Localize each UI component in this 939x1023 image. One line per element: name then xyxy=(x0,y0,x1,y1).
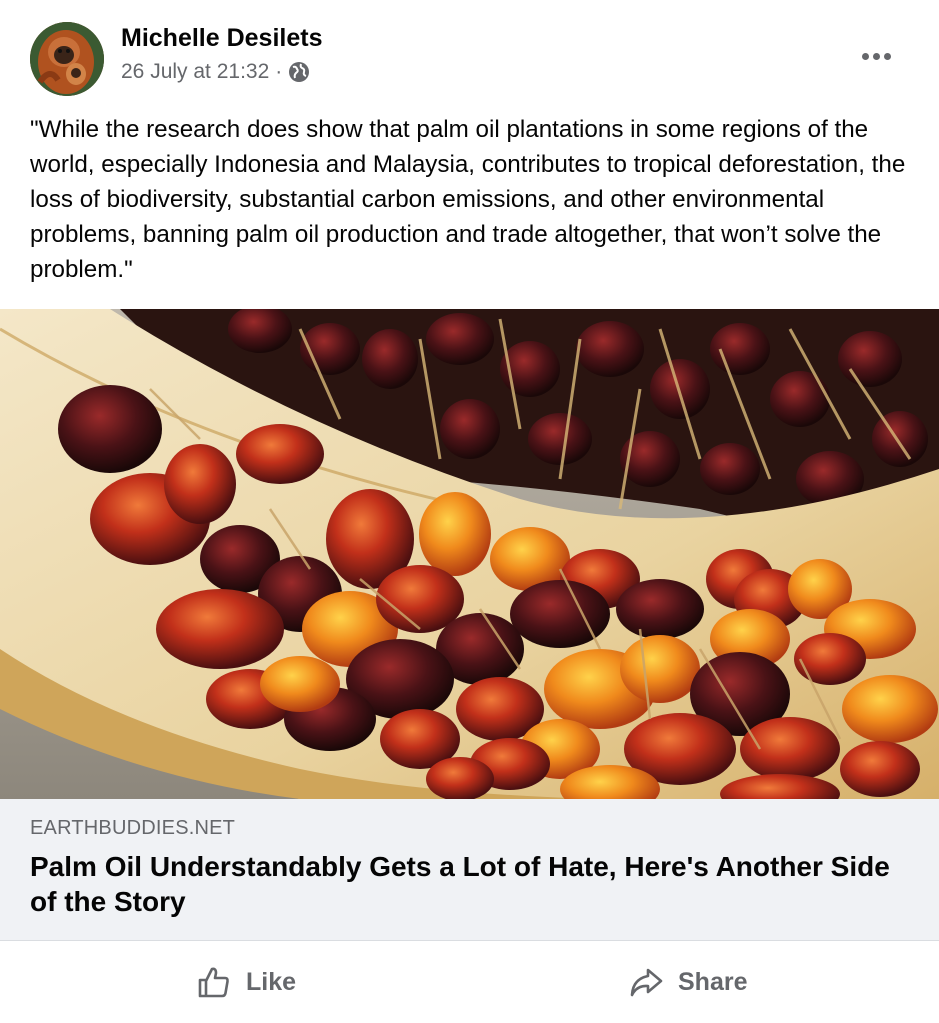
post-actions-bar: Like Share xyxy=(0,942,939,1023)
like-label: Like xyxy=(246,967,297,996)
post-header: Michelle Desilets 26 July at 21:32 · xyxy=(0,0,939,110)
author-avatar[interactable] xyxy=(30,22,104,96)
share-arrow-icon xyxy=(630,968,663,997)
link-preview-card[interactable]: EARTHBUDDIES.NET Palm Oil Understandably… xyxy=(0,799,939,941)
link-domain: EARTHBUDDIES.NET xyxy=(30,817,236,839)
palm-fruit-photo xyxy=(0,309,939,799)
more-dot xyxy=(872,52,880,60)
post-message: "While the research does show that palm … xyxy=(30,116,906,283)
facebook-post: Michelle Desilets 26 July at 21:32 · "Wh… xyxy=(0,0,939,1023)
share-button[interactable]: Share xyxy=(628,958,747,1006)
globe-icon[interactable] xyxy=(288,61,310,83)
author-name[interactable]: Michelle Desilets xyxy=(121,24,322,53)
share-label: Share xyxy=(678,967,748,996)
more-options-icon[interactable] xyxy=(856,42,896,70)
more-dot xyxy=(883,52,891,60)
link-preview-image[interactable] xyxy=(0,309,939,799)
post-meta: 26 July at 21:32 · xyxy=(121,60,310,84)
orangutan-avatar-image xyxy=(30,22,104,96)
meta-separator: · xyxy=(275,60,283,83)
like-button[interactable]: Like xyxy=(196,958,296,1006)
link-title[interactable]: Palm Oil Understandably Gets a Lot of Ha… xyxy=(30,849,890,919)
more-dot xyxy=(861,52,869,60)
post-timestamp[interactable]: 26 July at 21:32 xyxy=(121,60,269,84)
thumbs-up-icon xyxy=(198,967,229,998)
